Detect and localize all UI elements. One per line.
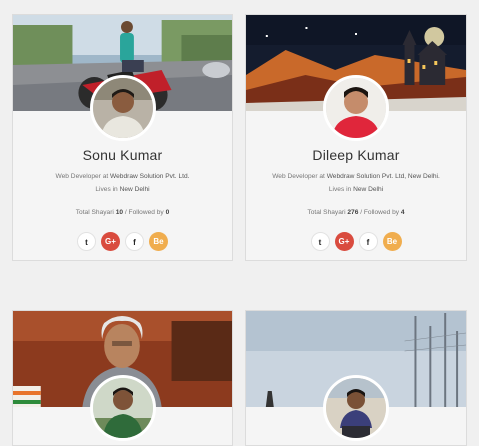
behance-icon[interactable]: Be (149, 232, 168, 251)
profile-grid: Sonu Kumar Web Developer at Webdraw Solu… (0, 0, 479, 446)
googleplus-icon[interactable]: G+ (334, 232, 354, 251)
profile-stats: Total Shayari 276 / Followed by 4 (246, 209, 466, 216)
avatar[interactable] (323, 375, 389, 441)
total-shayari-count: 276 (347, 209, 359, 216)
twitter-icon[interactable]: t (77, 232, 96, 251)
role-prefix: Web Developer at (55, 173, 111, 180)
profile-description: Web Developer at Webdraw Solution Pvt. L… (19, 170, 226, 196)
followed-label: / Followed by (123, 209, 166, 216)
company-link[interactable]: Webdraw Solution Pvt. Ltd, New Delhi. (327, 173, 440, 180)
behance-icon[interactable]: Be (382, 232, 402, 251)
avatar[interactable] (323, 75, 389, 141)
total-label: Total Shayari (307, 209, 348, 216)
profile-card (12, 310, 233, 446)
followers-count: 0 (165, 209, 170, 216)
total-shayari-count: 10 (115, 209, 124, 216)
googleplus-icon[interactable]: G+ (101, 232, 120, 251)
profile-description: Web Developer at Webdraw Solution Pvt. L… (252, 170, 460, 196)
man-outdoor-photo-icon (92, 378, 153, 438)
facebook-icon[interactable]: f (358, 232, 378, 251)
followed-label: / Followed by (358, 209, 401, 216)
man-sitting-photo-icon (326, 378, 386, 438)
man-photo-icon (92, 78, 153, 138)
profile-card: Sonu Kumar Web Developer at Webdraw Solu… (12, 14, 233, 261)
role-prefix: Web Developer at (272, 173, 327, 180)
company-link[interactable]: Webdraw Solution Pvt. Ltd. (110, 173, 189, 180)
profile-card (245, 310, 467, 446)
profile-card: Dileep Kumar Web Developer at Webdraw So… (245, 14, 467, 261)
followers-count: 4 (400, 209, 405, 216)
lives-prefix: Lives in (95, 186, 120, 193)
social-links: t G+ f Be (246, 232, 466, 251)
profile-stats: Total Shayari 10 / Followed by 0 (13, 209, 232, 216)
man-red-shirt-photo-icon (326, 78, 386, 138)
profile-name[interactable]: Sonu Kumar (13, 147, 232, 163)
social-links: t G+ f Be (13, 232, 232, 251)
total-label: Total Shayari (75, 209, 116, 216)
avatar[interactable] (89, 75, 156, 141)
lives-prefix: Lives in (328, 186, 354, 193)
avatar[interactable] (89, 375, 156, 441)
city-link[interactable]: New Delhi (353, 186, 383, 193)
city-link[interactable]: New Delhi (120, 186, 150, 193)
profile-name[interactable]: Dileep Kumar (246, 147, 466, 163)
facebook-icon[interactable]: f (125, 232, 144, 251)
twitter-icon[interactable]: t (310, 232, 330, 251)
